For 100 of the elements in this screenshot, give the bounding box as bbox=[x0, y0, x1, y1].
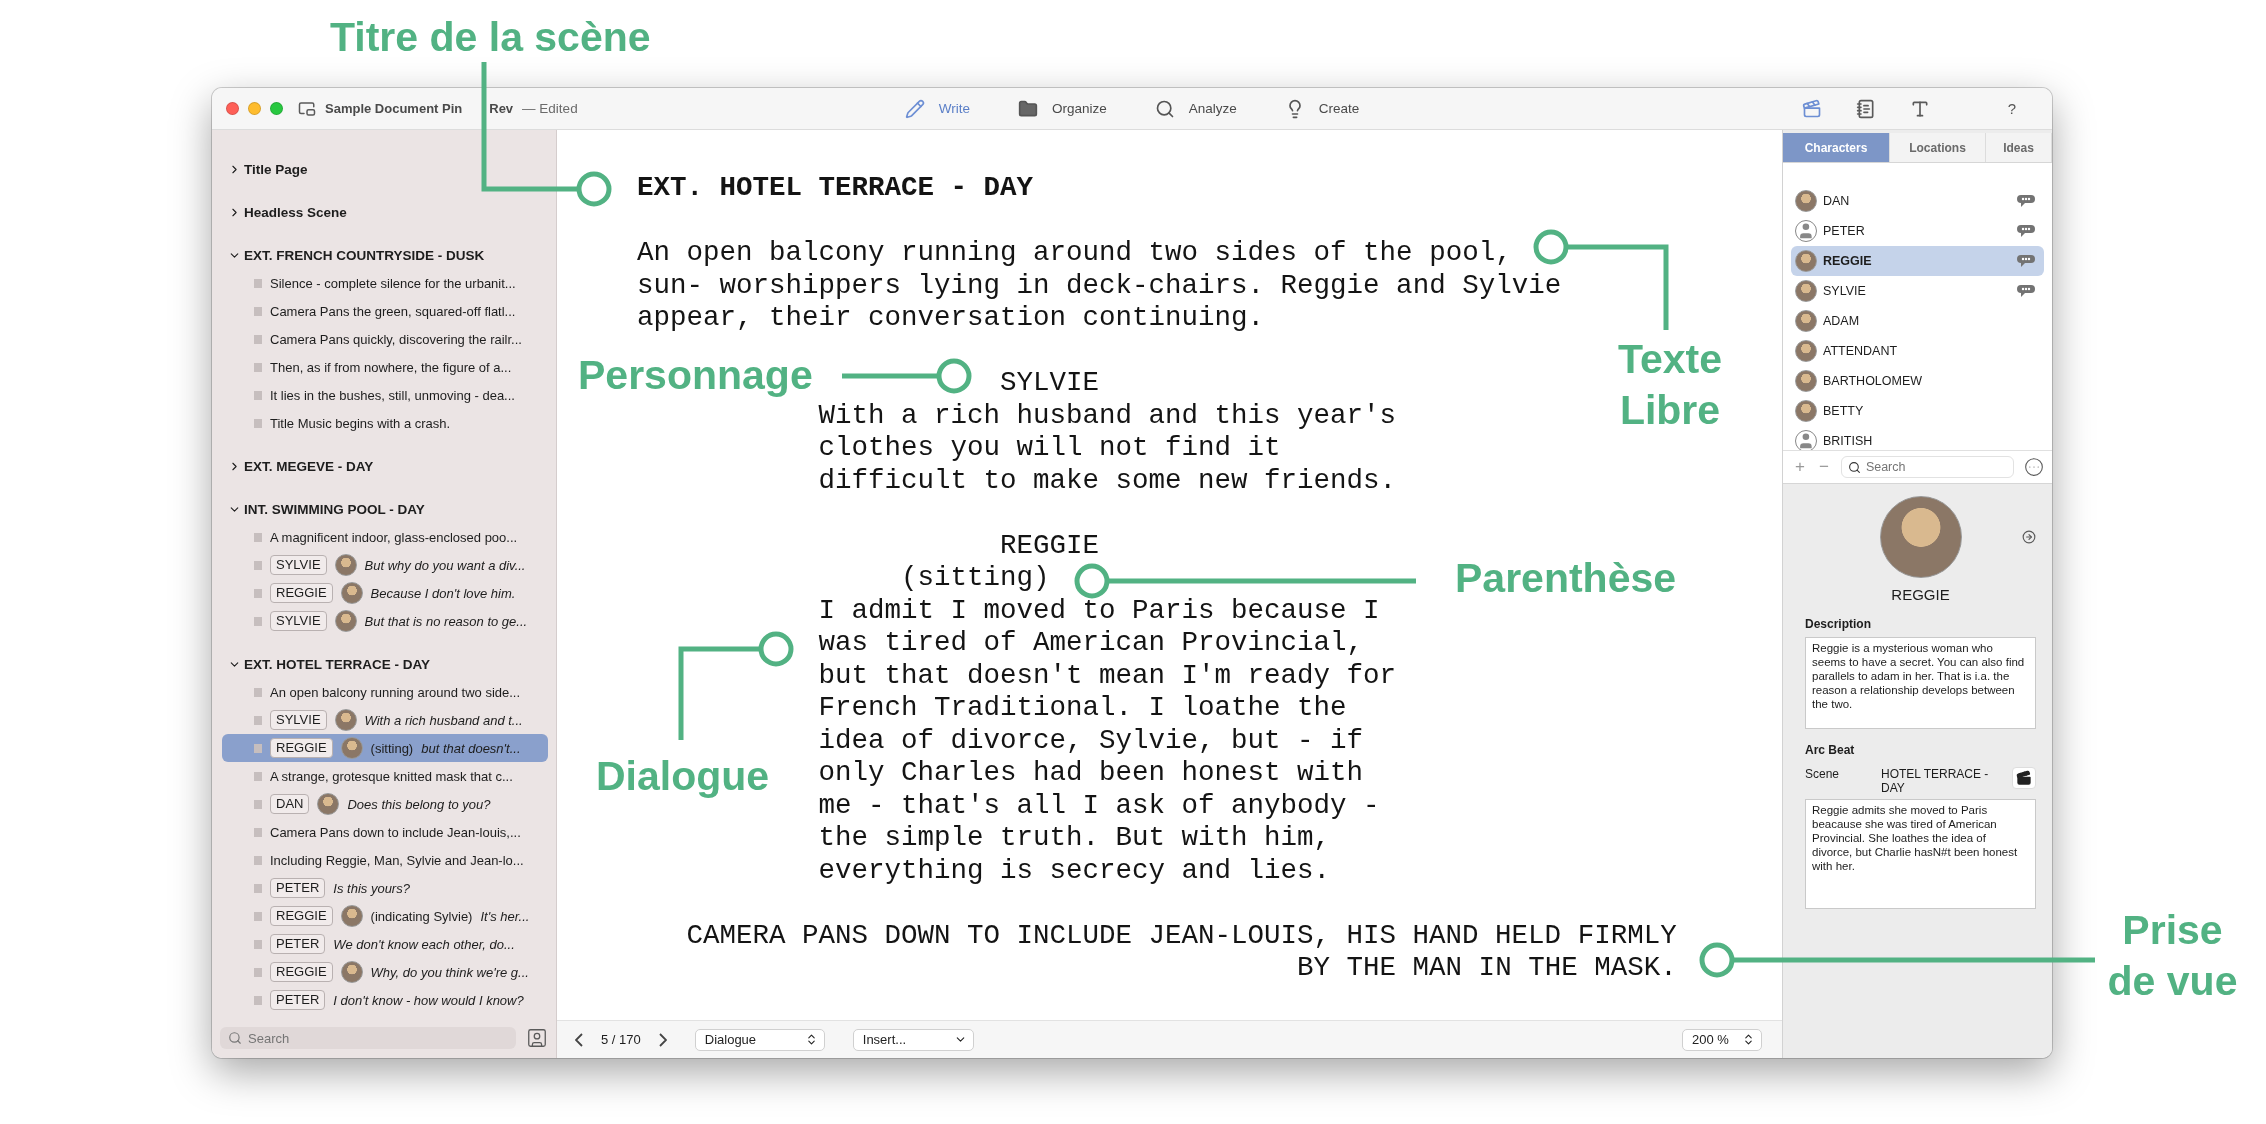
zoom-button[interactable] bbox=[270, 102, 283, 115]
action-text: Camera Pans the green, squared-off flatl... bbox=[270, 303, 516, 319]
scene-heading-item[interactable]: INT. SWIMMING POOL - DAY bbox=[222, 495, 548, 523]
outline-row[interactable]: PETER I don't know - how would I know? bbox=[222, 986, 548, 1014]
bullet-icon bbox=[254, 799, 262, 809]
annotation-label: Texte Libre bbox=[1616, 335, 1724, 436]
help-button[interactable]: ? bbox=[2003, 100, 2020, 117]
more-icon[interactable] bbox=[2024, 457, 2044, 477]
bullet-icon bbox=[254, 911, 262, 921]
outline-row[interactable]: An open balcony running around two side... bbox=[222, 678, 548, 706]
folder-icon bbox=[1017, 98, 1038, 119]
character-name-tag: DAN bbox=[270, 794, 310, 814]
window-icon[interactable] bbox=[298, 99, 316, 118]
outline-row[interactable]: PETER Is this yours? bbox=[222, 874, 548, 902]
next-page-button[interactable] bbox=[658, 1032, 667, 1047]
speech-bubble-icon[interactable] bbox=[2017, 254, 2035, 268]
mode-tab[interactable]: Organize bbox=[1013, 96, 1111, 121]
element-type-dropdown[interactable]: Dialogue bbox=[694, 1028, 825, 1051]
character-row[interactable]: BARTHOLOMEW bbox=[1791, 366, 2044, 396]
chevron-right-icon bbox=[658, 1032, 667, 1047]
character-row[interactable]: ATTENDANT bbox=[1791, 336, 2044, 366]
scene-heading-item[interactable]: EXT. HOTEL TERRACE - DAY bbox=[222, 650, 548, 678]
speech-bubble-icon[interactable] bbox=[2017, 284, 2035, 298]
dialogue-text: But that is no reason to ge... bbox=[364, 613, 528, 629]
avatar bbox=[1795, 400, 1817, 422]
chevron-left-icon bbox=[575, 1032, 583, 1047]
character-row[interactable]: ADAM bbox=[1791, 306, 2044, 336]
arrow-right-icon[interactable] bbox=[2022, 530, 2036, 544]
description-field[interactable]: Reggie is a mysterious woman who seems to have a secret. You can also find parallels to adam in her. That is i.a. the reason a relationship develops between the two. bbox=[1805, 637, 2036, 729]
arc-beat-field[interactable]: Reggie admits she moved to Paris beacause she was tired of American Provincial. She loathes the idea of divorce, but Charlie hasN#t been honest with her. bbox=[1805, 799, 2036, 909]
outline-row[interactable]: Title Music begins with a crash. bbox=[222, 409, 548, 437]
action-text: A magnificent indoor, glass-enclosed poo... bbox=[270, 529, 518, 545]
annotation-label: Personnage bbox=[578, 351, 813, 400]
outline-row[interactable]: Silence - complete silence for the urbanit... bbox=[222, 269, 548, 297]
scene-heading-item[interactable]: Title Page bbox=[222, 155, 548, 183]
notes-icon[interactable] bbox=[1855, 98, 1876, 119]
insert-dropdown[interactable]: Insert... bbox=[852, 1028, 974, 1051]
clapperboard-icon[interactable] bbox=[1801, 98, 1822, 119]
character-name: REGGIE bbox=[1890, 586, 1951, 603]
scene-heading-item[interactable]: EXT. MEGEVE - DAY bbox=[222, 452, 548, 480]
contact-card-icon[interactable] bbox=[526, 1027, 548, 1049]
outline-row[interactable]: It lies in the bushes, still, unmoving - dea... bbox=[222, 381, 548, 409]
action-text: Silence - complete silence for the urbanit... bbox=[270, 275, 516, 291]
outline-row[interactable]: REGGIE (indicating Sylvie) It's her... bbox=[222, 902, 548, 930]
outline-row[interactable]: REGGIE Why, do you think we're g... bbox=[222, 958, 548, 986]
panel-tab[interactable]: Locations bbox=[1890, 133, 1986, 162]
outline-row[interactable]: REGGIE (sitting) but that doesn't... bbox=[222, 734, 548, 762]
outline-row[interactable]: A magnificent indoor, glass-enclosed poo... bbox=[222, 523, 548, 551]
character-row[interactable]: REGGIE bbox=[1791, 246, 2044, 276]
action-text: A strange, grotesque knitted mask that c... bbox=[270, 768, 513, 784]
page-counter: 5 / 170 bbox=[601, 1032, 641, 1047]
bullet-icon bbox=[254, 995, 262, 1005]
outline-row[interactable]: Including Reggie, Man, Sylvie and Jean-lo... bbox=[222, 846, 548, 874]
outline-row[interactable]: A strange, grotesque knitted mask that c... bbox=[222, 762, 548, 790]
search-field[interactable]: Search bbox=[220, 1027, 516, 1049]
outline-row[interactable]: Camera Pans down to include Jean-louis,... bbox=[222, 818, 548, 846]
scene-button[interactable] bbox=[2012, 767, 2036, 789]
character-row[interactable]: DAN bbox=[1791, 186, 2044, 216]
outline-row[interactable]: SYLVIE But why do you want a div... bbox=[222, 551, 548, 579]
dialogue-text: but that doesn't... bbox=[421, 740, 521, 756]
outline-row[interactable]: Camera Pans quickly, discovering the railr... bbox=[222, 325, 548, 353]
scene-heading-item[interactable]: EXT. FRENCH COUNTRYSIDE - DUSK bbox=[222, 241, 548, 269]
outline-row[interactable]: SYLVIE With a rich husband and t... bbox=[222, 706, 548, 734]
action-text: Title Music begins with a crash. bbox=[270, 415, 451, 431]
speech-bubble-icon[interactable] bbox=[2017, 194, 2035, 208]
previous-page-button[interactable] bbox=[575, 1032, 583, 1047]
mode-tab[interactable]: Write bbox=[900, 96, 974, 121]
panel-tab[interactable]: Ideas bbox=[1986, 133, 2052, 162]
search-field[interactable]: Search bbox=[1840, 456, 2014, 478]
script-parenthetical: (sitting) bbox=[901, 562, 1051, 595]
bullet-icon bbox=[254, 883, 262, 893]
character-row[interactable]: BETTY bbox=[1791, 396, 2044, 426]
outline-row[interactable]: DAN Does this belong to you? bbox=[222, 790, 548, 818]
outline-row[interactable]: PETER We don't know each other, do... bbox=[222, 930, 548, 958]
mode-tab[interactable]: Create bbox=[1280, 96, 1364, 121]
mode-tab[interactable]: Analyze bbox=[1150, 96, 1241, 121]
action-text: Camera Pans quickly, discovering the railr... bbox=[270, 331, 522, 347]
up-down-chevron-icon bbox=[1742, 1033, 1755, 1046]
bullet-icon bbox=[254, 771, 262, 781]
script-character: REGGIE bbox=[1000, 529, 1101, 562]
zoom-dropdown[interactable]: 200 % bbox=[1682, 1028, 1762, 1051]
outline-row[interactable]: SYLVIE But that is no reason to ge... bbox=[222, 607, 548, 635]
character-row[interactable]: PETER bbox=[1791, 216, 2044, 246]
window-title: Rev bbox=[489, 101, 514, 116]
character-name-tag: PETER bbox=[270, 990, 326, 1010]
avatar bbox=[1795, 310, 1817, 332]
speech-bubble-icon[interactable] bbox=[2017, 224, 2035, 238]
scene-heading-item[interactable]: Headless Scene bbox=[222, 198, 548, 226]
edited-status: — Edited bbox=[522, 101, 578, 116]
dialogue-text: It's her... bbox=[480, 908, 530, 924]
close-button[interactable] bbox=[226, 102, 239, 115]
character-name-tag: REGGIE bbox=[270, 906, 333, 926]
bullet-icon bbox=[254, 390, 262, 400]
outline-row[interactable]: Then, as if from nowhere, the figure of a... bbox=[222, 353, 548, 381]
character-row[interactable]: SYLVIE bbox=[1791, 276, 2044, 306]
outline-row[interactable]: Camera Pans the green, squared-off flatl... bbox=[222, 297, 548, 325]
bullet-icon bbox=[254, 616, 262, 626]
avatar bbox=[1795, 250, 1817, 272]
outline-row[interactable]: REGGIE Because I don't love him. bbox=[222, 579, 548, 607]
person-icon bbox=[1795, 220, 1817, 242]
